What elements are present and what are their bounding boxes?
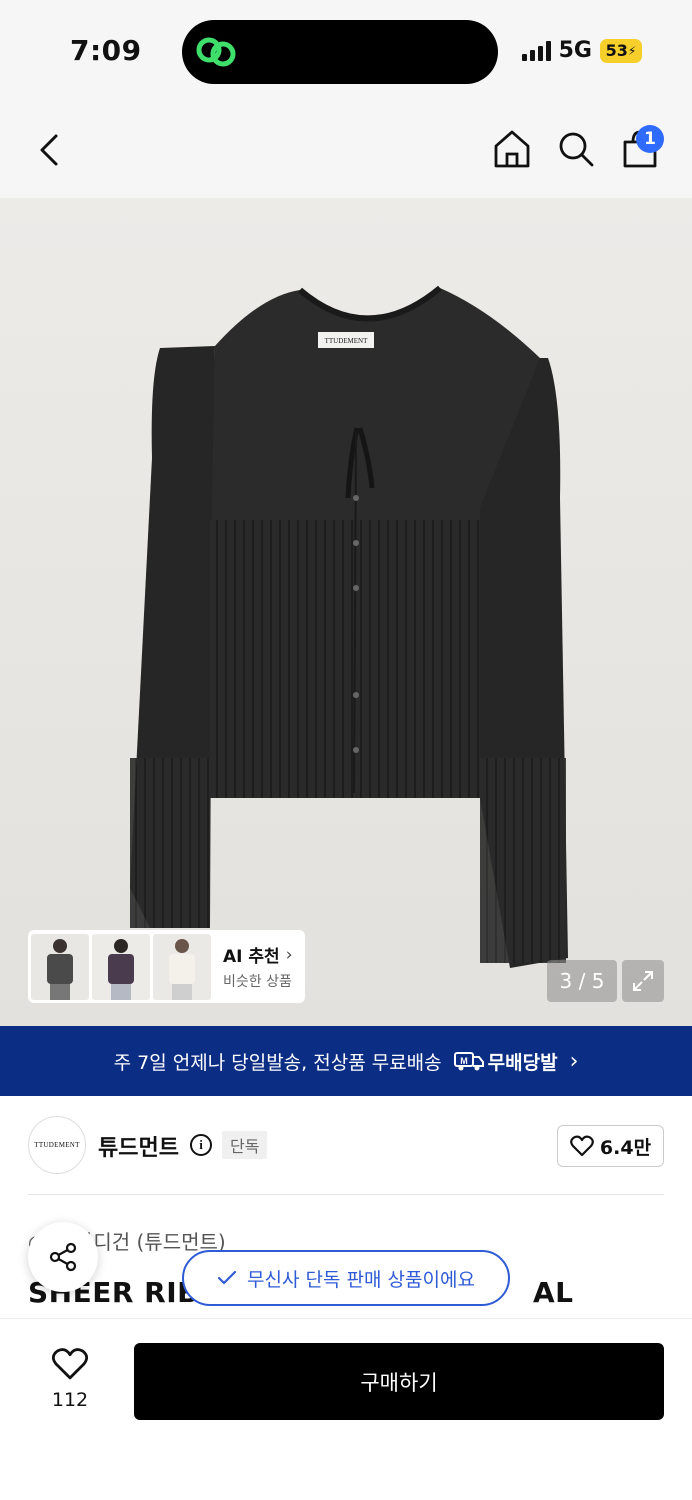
info-icon[interactable]: i <box>190 1134 212 1156</box>
battery-level: 53 <box>605 41 628 60</box>
cart-count-badge: 1 <box>636 125 664 153</box>
svg-text:M: M <box>460 1056 468 1066</box>
heart-icon <box>51 1348 89 1380</box>
ai-thumb-3 <box>153 933 211 1000</box>
dynamic-island <box>182 20 498 84</box>
banner-text: 주 7일 언제나 당일발송, 전상품 무료배송 <box>113 1051 442 1074</box>
brand-logo[interactable]: TTUDEMENT <box>28 1116 86 1174</box>
status-bar: 7:09 5G 53 ⚡ <box>0 0 692 100</box>
chevron-right-icon: › <box>569 1048 579 1074</box>
delivery-banner[interactable]: 주 7일 언제나 당일발송, 전상품 무료배송 M 무배당발 › <box>0 1026 692 1096</box>
brand-name[interactable]: 튜드먼트 <box>98 1130 179 1162</box>
brand-row: TTUDEMENT 튜드먼트 i 단독 6.4만 <box>28 1116 664 1174</box>
free-delivery-badge: M 무배당발 <box>453 1048 558 1075</box>
wishlist-count: 112 <box>51 1389 89 1411</box>
ai-thumb-2 <box>92 933 150 1000</box>
ai-card-subtitle: 비슷한 상품 <box>223 974 292 990</box>
divider <box>28 1194 664 1195</box>
back-arrow-icon[interactable] <box>32 130 68 170</box>
share-button[interactable] <box>28 1222 98 1292</box>
status-indicators: 5G 53 ⚡ <box>521 38 642 63</box>
network-type: 5G <box>558 38 592 63</box>
heart-icon <box>570 1135 594 1157</box>
exclusive-toast: 무신사 단독 판매 상품이에요 <box>182 1250 510 1306</box>
banner-badge-text: 무배당발 <box>487 1051 558 1074</box>
expand-icon <box>633 971 653 991</box>
top-nav <box>0 100 692 198</box>
image-counter: 3 / 5 <box>547 960 617 1002</box>
chevron-right-icon: › <box>285 944 293 965</box>
check-icon <box>217 1270 237 1285</box>
ai-recommendation-card[interactable]: AI 추천 › 비슷한 상품 <box>28 930 305 1003</box>
ai-card-title: AI 추천 <box>223 947 280 967</box>
buy-button[interactable]: 구매하기 <box>134 1343 664 1420</box>
exclusive-tag: 단독 <box>222 1131 268 1159</box>
battery-icon: 53 ⚡ <box>600 38 642 63</box>
home-icon[interactable] <box>492 128 532 170</box>
ai-thumb-1 <box>31 933 89 1000</box>
product-gallery[interactable]: TTUDEMENT <box>0 198 692 1026</box>
truck-icon: M <box>453 1052 484 1071</box>
share-icon <box>49 1242 77 1272</box>
link-icon <box>196 37 236 67</box>
expand-button[interactable] <box>622 960 664 1002</box>
product-title-end: AL <box>532 1276 574 1309</box>
bottom-action-bar: 112 구매하기 <box>0 1318 692 1500</box>
search-icon[interactable] <box>556 128 596 170</box>
brand-like-button[interactable]: 6.4만 <box>557 1125 664 1167</box>
garment-label: TTUDEMENT <box>325 337 368 345</box>
status-time: 7:09 <box>70 34 142 67</box>
toast-text: 무신사 단독 판매 상품이에요 <box>247 1268 475 1291</box>
brand-like-count: 6.4만 <box>599 1136 652 1159</box>
wishlist-button[interactable]: 112 <box>40 1347 100 1411</box>
product-photo: TTUDEMENT <box>130 285 568 968</box>
signal-icon <box>521 40 551 61</box>
